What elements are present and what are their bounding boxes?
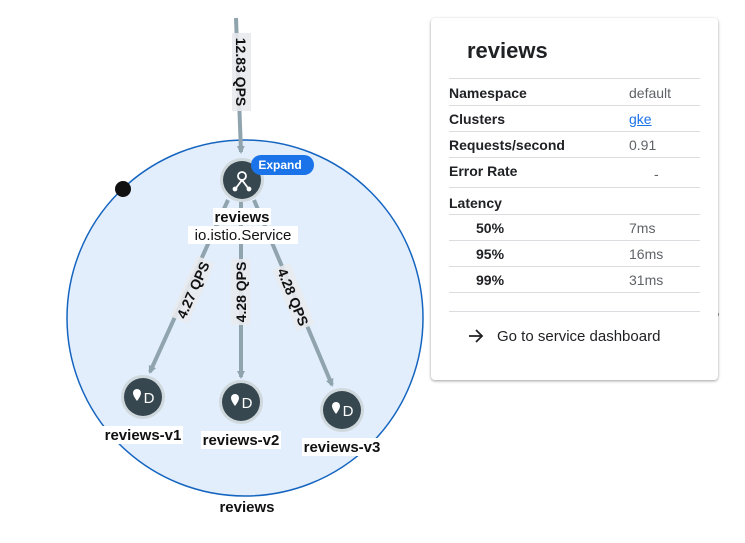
latency-value: 16ms	[629, 246, 664, 262]
info-value: default	[629, 85, 672, 101]
expand-button[interactable]: Expand	[251, 155, 314, 175]
latency-value: 7ms	[629, 220, 656, 236]
workload-node-v1[interactable]: D	[121, 375, 165, 419]
workload-node-v2[interactable]: D	[219, 380, 263, 424]
info-key: Requests/second	[449, 137, 565, 153]
info-key: Namespace	[449, 85, 527, 101]
edge-label-v2-group: 4.28 QPS	[231, 259, 250, 325]
info-row-namespace: Namespace default	[449, 80, 700, 106]
latency-label: Latency	[449, 195, 502, 211]
divider	[449, 311, 700, 312]
service-graph[interactable]: 12.83 QPS 4.27 QPS 4.28 QPS 4.28 QPS Exp…	[0, 0, 430, 543]
info-key: Error Rate	[449, 163, 518, 179]
latency-value: 31ms	[629, 272, 664, 288]
latency-row-50: 50% 7ms	[449, 215, 700, 241]
go-to-dashboard-link[interactable]: Go to service dashboard	[467, 324, 660, 348]
latency-key: 99%	[476, 272, 505, 288]
panel-title: reviews	[467, 38, 548, 63]
workload-icon-text-v2: D	[242, 395, 253, 412]
info-row-clusters: Clusters gke	[449, 106, 700, 132]
info-value: -	[654, 166, 659, 182]
divider	[449, 78, 700, 79]
workload-node-v3[interactable]: D	[320, 388, 364, 432]
latency-header-row: Latency	[449, 188, 700, 214]
edge-label-inbound-group: 12.83 QPS	[232, 33, 251, 111]
workload-label-v1: reviews-v1	[105, 427, 182, 444]
details-panel: reviews Namespace default Clusters gke R…	[431, 18, 718, 380]
info-key: Clusters	[449, 111, 506, 127]
workload-icon-text-v3: D	[343, 403, 354, 420]
edge-label-inbound: 12.83 QPS	[233, 38, 249, 107]
latency-row-99: 99% 31ms	[449, 267, 700, 293]
latency-key: 95%	[476, 246, 505, 262]
group-label: reviews	[219, 499, 274, 516]
group-resize-handle[interactable]	[115, 181, 131, 197]
info-value: 0.91	[629, 137, 657, 153]
edge-label-v2: 4.28 QPS	[233, 262, 249, 323]
workload-label-v2: reviews-v2	[203, 432, 280, 449]
expand-label: Expand	[258, 158, 301, 172]
service-node-name: reviews	[214, 209, 269, 226]
service-node-type: io.istio.Service	[195, 227, 292, 244]
latency-row-95: 95% 16ms	[449, 241, 700, 267]
latency-key: 50%	[476, 220, 505, 236]
workload-icon-text-v1: D	[144, 390, 155, 407]
arrow-right-icon	[469, 329, 484, 343]
dashboard-link-label: Go to service dashboard	[497, 327, 661, 345]
info-row-requests: Requests/second 0.91	[449, 132, 700, 158]
info-row-error-rate: Error Rate -	[449, 158, 700, 188]
workload-label-v3: reviews-v3	[304, 439, 381, 456]
cluster-link[interactable]: gke	[629, 111, 652, 127]
